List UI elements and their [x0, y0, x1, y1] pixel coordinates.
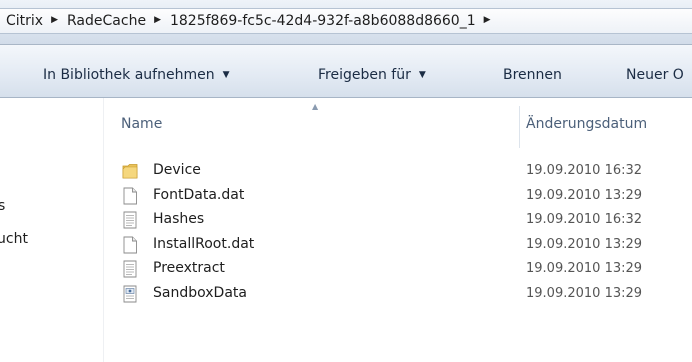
- share-with-button[interactable]: Freigeben für ▼: [318, 67, 426, 83]
- list-item[interactable]: Device 19.09.2010 16:32: [105, 160, 692, 185]
- command-bar: In Bibliothek aufnehmen ▼ Freigeben für …: [0, 45, 692, 98]
- file-name: SandboxData: [153, 284, 247, 301]
- file-date: 19.09.2010 16:32: [526, 212, 643, 228]
- breadcrumb-separator-icon[interactable]: ▶: [154, 15, 161, 25]
- file-date: 19.09.2010 13:29: [526, 187, 643, 203]
- list-item[interactable]: SandboxData 19.09.2010 13:29: [105, 283, 692, 308]
- file-name: Preextract: [153, 260, 225, 277]
- breadcrumb-separator-icon[interactable]: ▶: [51, 15, 58, 25]
- add-to-library-label: In Bibliothek aufnehmen: [43, 67, 215, 83]
- text-file-icon: [123, 260, 137, 278]
- nav-item-1[interactable]: s: [0, 198, 5, 214]
- navigation-pane: s ucht: [0, 98, 104, 362]
- breadcrumb-item-guid-folder[interactable]: 1825f869-fc5c-42d4-932f-a8b6088d8660_1: [170, 13, 476, 29]
- list-item[interactable]: InstallRoot.dat 19.09.2010 13:29: [105, 234, 692, 259]
- chevron-down-icon: ▼: [222, 70, 230, 80]
- folder-icon: [122, 164, 138, 179]
- file-name: FontData.dat: [153, 186, 245, 203]
- nav-item-2[interactable]: ucht: [0, 231, 28, 247]
- blank-file-icon: [123, 187, 137, 205]
- breadcrumb-item-citrix[interactable]: Citrix: [6, 13, 43, 29]
- config-file-icon: [123, 285, 137, 303]
- column-header: Name ▲ Änderungsdatum: [105, 98, 692, 148]
- file-date: 19.09.2010 13:29: [526, 236, 643, 252]
- file-list: Device 19.09.2010 16:32 FontData.dat 19.…: [105, 160, 692, 308]
- list-item[interactable]: FontData.dat 19.09.2010 13:29: [105, 185, 692, 210]
- breadcrumb[interactable]: Citrix ▶ RadeCache ▶ 1825f869-fc5c-42d4-…: [0, 8, 692, 34]
- file-name: Device: [153, 162, 201, 178]
- list-item[interactable]: Preextract 19.09.2010 13:29: [105, 258, 692, 283]
- column-header-date-modified[interactable]: Änderungsdatum: [526, 116, 647, 132]
- chevron-down-icon: ▼: [418, 70, 426, 80]
- file-name: InstallRoot.dat: [153, 235, 255, 252]
- file-name: Hashes: [153, 211, 205, 228]
- text-file-icon: [123, 211, 137, 229]
- new-folder-button[interactable]: Neuer O: [626, 67, 684, 83]
- column-divider[interactable]: [519, 106, 520, 148]
- breadcrumb-separator-icon[interactable]: ▶: [484, 15, 491, 25]
- share-with-label: Freigeben für: [318, 67, 411, 83]
- address-bar: Citrix ▶ RadeCache ▶ 1825f869-fc5c-42d4-…: [0, 0, 692, 45]
- breadcrumb-item-radecache[interactable]: RadeCache: [67, 13, 146, 29]
- list-item[interactable]: Hashes 19.09.2010 16:32: [105, 209, 692, 234]
- burn-button[interactable]: Brennen: [503, 67, 562, 83]
- new-folder-label: Neuer O: [626, 67, 684, 83]
- blank-file-icon: [123, 236, 137, 254]
- column-header-name[interactable]: Name: [121, 116, 162, 132]
- file-date: 19.09.2010 13:29: [526, 261, 643, 277]
- sort-ascending-icon: ▲: [312, 102, 319, 111]
- file-date: 19.09.2010 16:32: [526, 163, 643, 178]
- add-to-library-button[interactable]: In Bibliothek aufnehmen ▼: [43, 67, 230, 83]
- burn-label: Brennen: [503, 67, 562, 83]
- file-date: 19.09.2010 13:29: [526, 285, 643, 301]
